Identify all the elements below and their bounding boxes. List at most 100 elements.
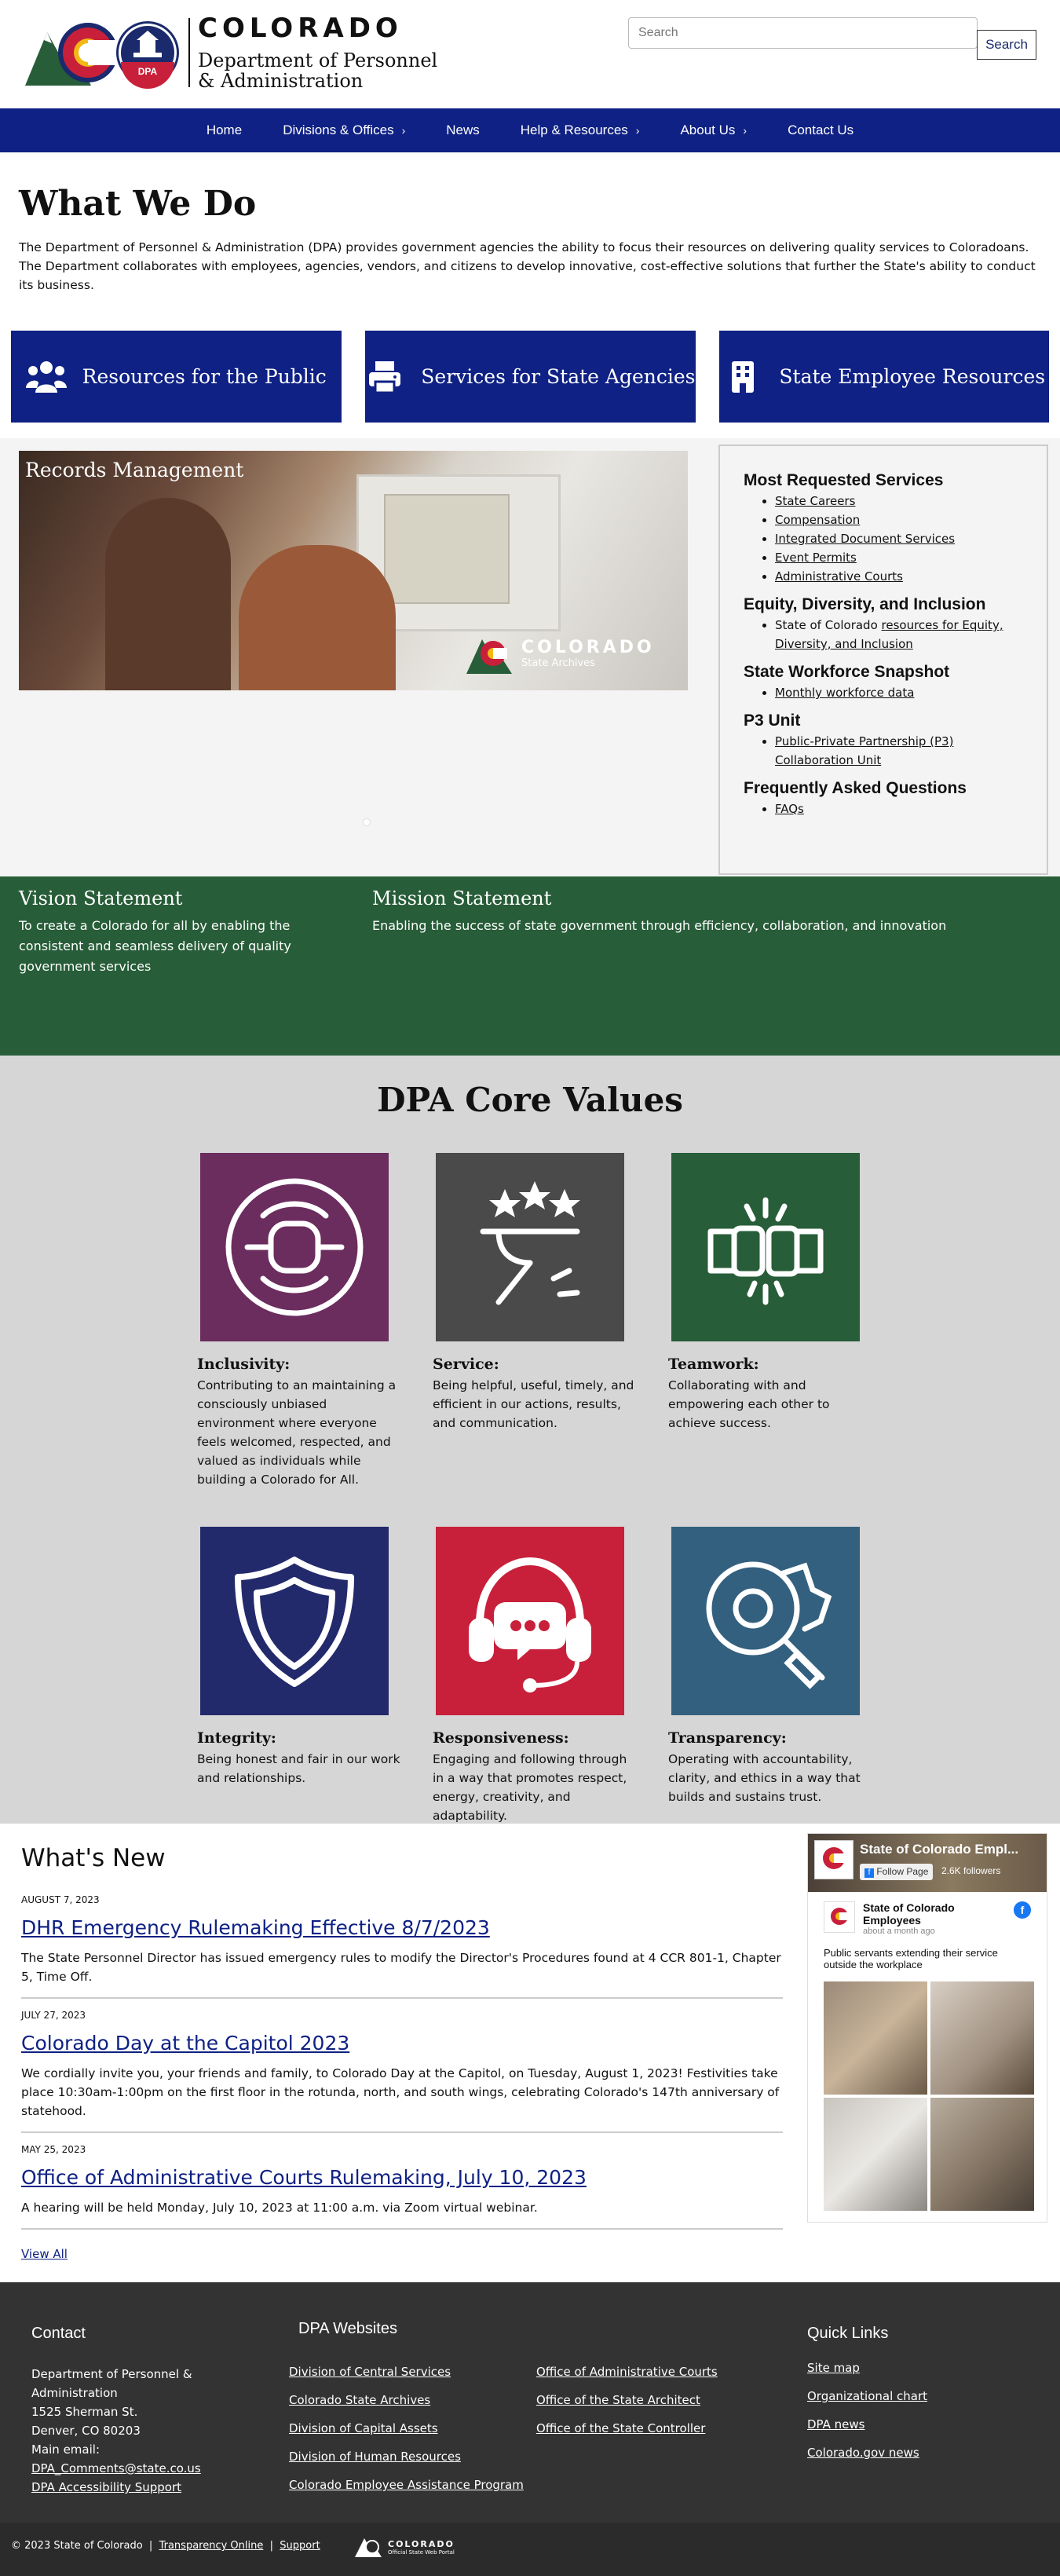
carousel-slide[interactable]: Records Management COLORADO State Archiv…	[19, 451, 688, 690]
vision-text: To create a Colorado for all by enabling…	[19, 918, 291, 974]
footer-websites-col1: Division of Central Services Colorado St…	[289, 2358, 524, 2499]
link-event-permits[interactable]: Event Permits	[775, 551, 857, 565]
value-title: Integrity:	[197, 1729, 276, 1747]
copyright-text: © 2023 State of Colorado	[11, 2540, 143, 2552]
services-heading: Most Requested Services	[744, 471, 944, 489]
nav-item-help-resources[interactable]: Help & Resources ›	[500, 123, 660, 138]
footer-quick-link[interactable]: DPA news	[807, 2410, 927, 2439]
logo-divider	[188, 18, 190, 87]
news-title-link[interactable]: Colorado Day at the Capitol 2023	[21, 2032, 783, 2055]
footer-website-link[interactable]: Office of the State Architect	[536, 2386, 718, 2414]
value-title: Responsiveness:	[433, 1729, 569, 1747]
facebook-logo-icon: f	[864, 1868, 874, 1878]
news-title-link[interactable]: Office of Administrative Courts Rulemaki…	[21, 2166, 783, 2189]
post-photo[interactable]	[930, 2098, 1034, 2211]
value-transparency: Transparency: Operating with accountabil…	[668, 1527, 872, 1806]
support-link[interactable]: Support	[280, 2540, 320, 2552]
footer-accessibility-link[interactable]: DPA Accessibility Support	[31, 2478, 251, 2497]
footer-quick-links: Quick Links Site map Organizational char…	[807, 2325, 927, 2467]
value-title: Transparency:	[668, 1729, 787, 1747]
link-administrative-courts[interactable]: Administrative Courts	[775, 569, 903, 584]
value-title: Teamwork:	[668, 1356, 759, 1373]
footer-contact-line: 1525 Sherman St.	[31, 2405, 138, 2419]
nav-item-home[interactable]: Home	[186, 123, 262, 138]
what-we-do-text: The Department of Personnel & Administra…	[19, 240, 1036, 292]
footer-website-link[interactable]: Office of the State Controller	[536, 2414, 718, 2442]
list-item: Integrated Document Services	[775, 529, 1023, 548]
nav-item-label: Contact Us	[788, 123, 854, 137]
logo-dept-line2: & Administration	[198, 70, 364, 92]
facebook-post: State of Colorado Employees about a mont…	[808, 1892, 1047, 2220]
building-icon	[722, 358, 763, 396]
nav-item-news[interactable]: News	[426, 123, 500, 138]
footer-quick-link[interactable]: Colorado.gov news	[807, 2439, 927, 2467]
post-meta: State of Colorado Employees about a mont…	[863, 1901, 1006, 1936]
services-list: Monthly workforce data	[775, 683, 1023, 702]
logo-dept-line1: Department of Personnel	[198, 49, 438, 71]
value-teamwork: Teamwork: Collaborating with and empower…	[668, 1153, 872, 1433]
post-page-name[interactable]: State of Colorado	[863, 1901, 1006, 1914]
nav-item-about[interactable]: About Us ›	[660, 123, 767, 138]
nav-item-label: Home	[206, 123, 243, 137]
card-state-employee[interactable]: State Employee Resources	[718, 331, 1049, 423]
value-title: Inclusivity:	[197, 1356, 291, 1373]
footer-website-link[interactable]: Division of Human Resources	[289, 2442, 524, 2471]
view-all-link[interactable]: View All	[21, 2247, 68, 2261]
post-photo[interactable]	[824, 1981, 927, 2095]
slide-logo-name: COLORADO	[521, 638, 655, 657]
link-compensation[interactable]: Compensation	[775, 513, 860, 527]
colorado-portal-logo[interactable]: COLORADO Official State Web Portal	[355, 2535, 455, 2559]
search-button[interactable]: Search	[977, 30, 1036, 60]
news-title-link[interactable]: DHR Emergency Rulemaking Effective 8/7/2…	[21, 1916, 783, 1939]
bottom-bar: © 2023 State of Colorado | Transparency …	[0, 2523, 1060, 2576]
link-p3-unit[interactable]: Public-Private Partnership (P3) Collabor…	[775, 734, 953, 767]
card-services-agencies[interactable]: Services for State Agencies	[364, 331, 696, 423]
list-item: State of Colorado resources for Equity, …	[775, 616, 1023, 653]
post-photo[interactable]	[930, 1981, 1034, 2095]
whats-new-section: What's New AUGUST 7, 2023 DHR Emergency …	[0, 1824, 1060, 2282]
link-workforce-data[interactable]: Monthly workforce data	[775, 686, 914, 700]
site-logo[interactable]: DPA COLORADO Department of Personnel & A…	[24, 14, 437, 91]
footer-website-link[interactable]: Office of Administrative Courts	[536, 2358, 718, 2386]
post-page-name[interactable]: Employees	[863, 1914, 1006, 1927]
link-state-careers[interactable]: State Careers	[775, 494, 855, 508]
audience-cards: Resources for the Public Services for St…	[0, 310, 1060, 438]
logo-colorado: COLORADO	[198, 13, 403, 44]
footer-website-link[interactable]: Division of Capital Assets	[289, 2414, 524, 2442]
footer-website-link[interactable]: Colorado Employee Assistance Program	[289, 2471, 524, 2499]
link-faqs[interactable]: FAQs	[775, 802, 804, 816]
card-label: Resources for the Public	[82, 365, 327, 388]
services-heading: P3 Unit	[744, 712, 801, 730]
follow-page-button[interactable]: f Follow Page	[860, 1864, 934, 1880]
people-icon	[25, 358, 67, 396]
transparency-link[interactable]: Transparency Online	[159, 2540, 264, 2552]
footer-contact-line: Main email:	[31, 2442, 100, 2457]
footer-quick-link[interactable]: Site map	[807, 2354, 927, 2382]
nav-item-divisions[interactable]: Divisions & Offices ›	[262, 123, 426, 138]
post-time: about a month ago	[863, 1927, 935, 1936]
news-date: JULY 27, 2023	[21, 2010, 86, 2021]
footer-dpa-websites: DPA Websites	[298, 2320, 397, 2355]
list-item: FAQs	[775, 800, 1023, 818]
search-input[interactable]	[628, 17, 978, 49]
footer-quick-link[interactable]: Organizational chart	[807, 2382, 927, 2410]
services-heading: State Workforce Snapshot	[744, 663, 950, 681]
facebook-header: State of Colorado Empl... f Follow Page …	[808, 1834, 1047, 1892]
post-avatar	[824, 1901, 855, 1933]
nav-item-label: Divisions & Offices	[283, 123, 394, 137]
nav-item-contact[interactable]: Contact Us	[767, 123, 874, 138]
news-text: We cordially invite you, your friends an…	[21, 2066, 780, 2118]
post-photo[interactable]	[824, 2098, 927, 2211]
vision-block: Vision Statement To create a Colorado fo…	[19, 887, 302, 977]
card-resources-public[interactable]: Resources for the Public	[11, 331, 342, 423]
footer-contact-line: Department of Personnel &	[31, 2367, 192, 2381]
carousel-dot[interactable]	[363, 818, 371, 826]
footer-email-link[interactable]: DPA_Comments@state.co.us	[31, 2459, 251, 2478]
footer-website-link[interactable]: Division of Central Services	[289, 2358, 524, 2386]
facebook-page-title[interactable]: State of Colorado Empl...	[860, 1842, 1018, 1857]
footer-website-link[interactable]: Colorado State Archives	[289, 2386, 524, 2414]
services-list: FAQs	[775, 800, 1023, 818]
bottom-links: © 2023 State of Colorado | Transparency …	[11, 2540, 320, 2552]
link-integrated-document-services[interactable]: Integrated Document Services	[775, 532, 955, 546]
facebook-widget[interactable]: State of Colorado Empl... f Follow Page …	[807, 1833, 1047, 2223]
